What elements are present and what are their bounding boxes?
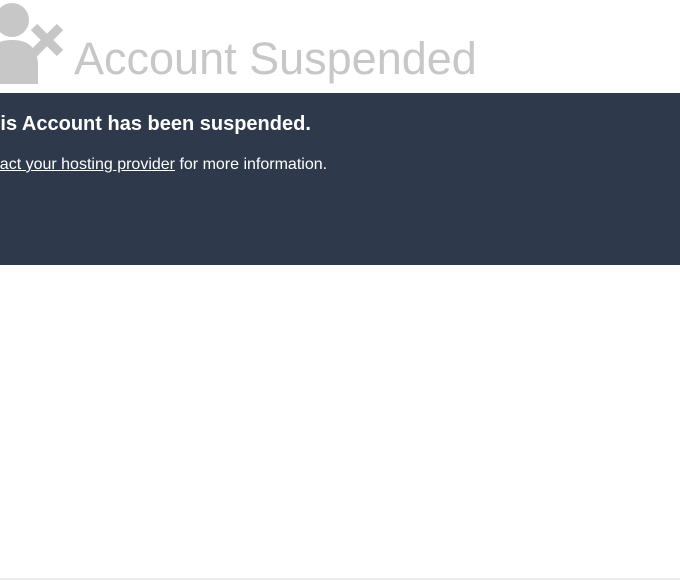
suspension-banner: This Account has been suspended. Contact… — [0, 93, 680, 265]
page-header: Account Suspended — [0, 0, 680, 93]
page-title: Account Suspended — [74, 33, 477, 84]
contact-info: Contact your hosting provider for more i… — [0, 155, 327, 175]
contact-provider-link[interactable]: Contact your hosting provider — [0, 156, 175, 173]
suspended-page: Account Suspended This Account has been … — [0, 0, 680, 580]
contact-info-suffix: for more information. — [175, 156, 328, 173]
suspension-message: This Account has been suspended. — [0, 113, 311, 135]
user-suspended-icon — [0, 3, 64, 84]
